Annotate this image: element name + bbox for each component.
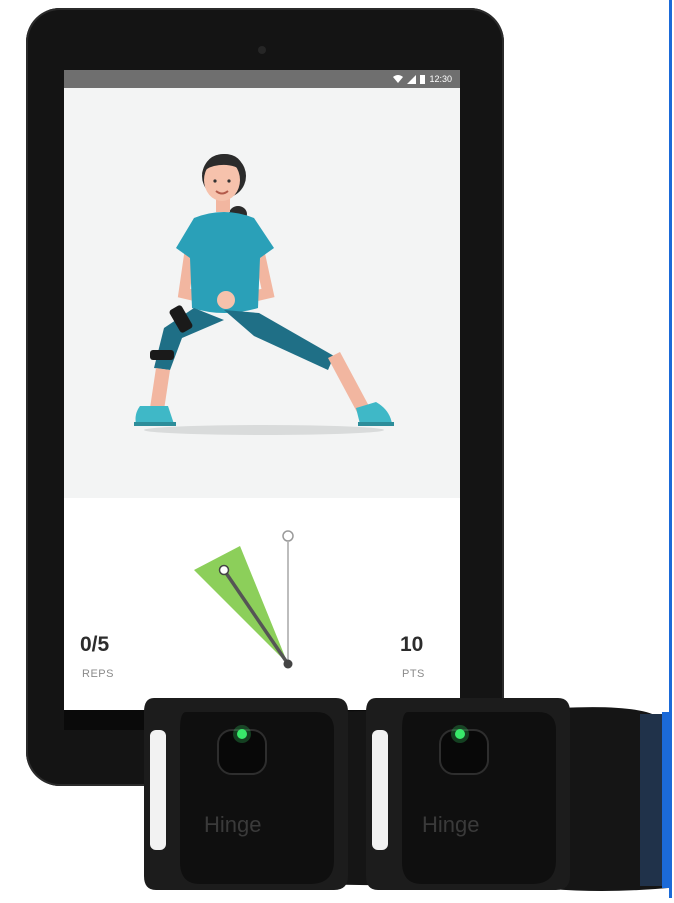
status-icons: 12:30	[393, 73, 452, 85]
angle-gauge	[194, 530, 294, 669]
reps-value: 0/5	[80, 633, 110, 656]
status-bar: 12:30	[64, 70, 460, 88]
exercise-panel: 0/5 REPS 10 PTS	[64, 498, 460, 710]
wifi-icon	[393, 74, 404, 83]
signal-icon	[407, 74, 417, 84]
exercise-illustration	[64, 88, 460, 498]
camera-icon	[258, 46, 266, 54]
hinge-sensor-right: Hinge	[362, 690, 572, 898]
points-value: 10	[400, 633, 424, 656]
tablet-screen: 12:30 0/5 REPS 10 PTS	[64, 70, 460, 730]
hinge-sensor-left: Hinge	[140, 690, 350, 898]
status-time: 12:30	[429, 74, 452, 84]
woman-lunge-figure	[134, 154, 394, 435]
reps-label: REPS	[82, 668, 114, 680]
sensor-body	[366, 698, 570, 890]
points-label: PTS	[402, 668, 425, 680]
sensor-brand-label: Hinge	[204, 812, 262, 837]
tablet-device: 12:30 0/5 REPS 10 PTS	[26, 8, 504, 786]
sensor-brand-label: Hinge	[422, 812, 480, 837]
battery-icon	[420, 74, 426, 84]
sensor-body	[144, 698, 348, 890]
